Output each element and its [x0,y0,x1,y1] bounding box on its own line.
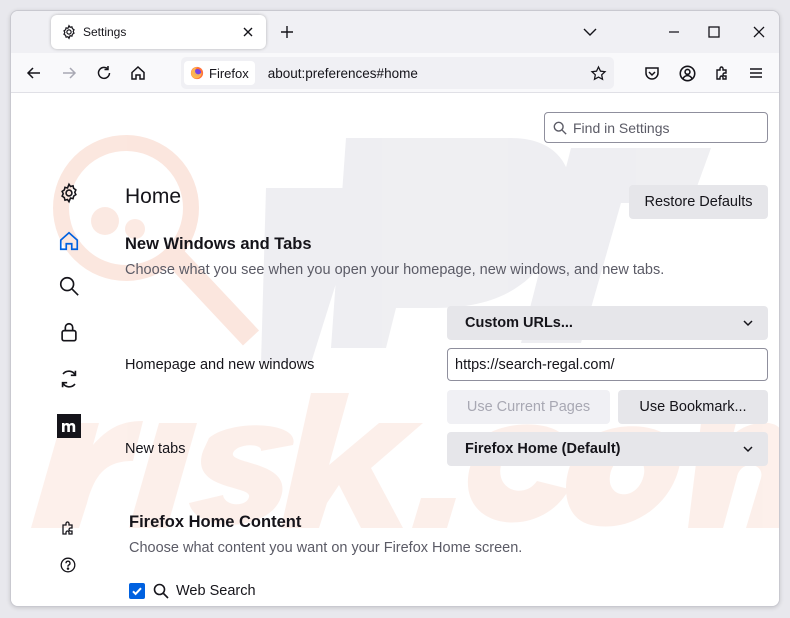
account-button[interactable] [675,61,699,85]
find-in-settings-box[interactable] [544,112,768,143]
home-content-description: Choose what content you want on your Fir… [129,540,523,556]
new-tabs-label: New tabs [125,441,186,457]
url-text[interactable]: about:preferences#home [268,66,586,81]
category-more-from-mozilla[interactable] [57,414,81,438]
puzzle-icon [716,66,727,80]
web-search-label: Web Search [176,583,256,599]
arrow-left-icon [26,67,40,79]
search-icon [59,276,79,296]
maximize-button[interactable] [704,22,724,42]
extensions-themes-link[interactable] [59,519,77,537]
help-icon [60,557,76,573]
firefox-support-link[interactable] [59,556,77,574]
category-sync[interactable] [57,367,81,391]
plus-icon [281,26,293,38]
new-tabs-select[interactable]: Firefox Home (Default) [447,432,768,466]
reload-icon [97,66,111,80]
home-content-heading: Firefox Home Content [129,513,302,531]
nav-bar: Firefox about:preferences#home [11,53,779,93]
arrow-right-icon [63,67,77,79]
new-windows-heading: New Windows and Tabs [125,235,312,253]
use-bookmark-button[interactable]: Use Bookmark... [618,390,768,424]
new-windows-description: Choose what you see when you open your h… [125,262,665,278]
checkmark-icon [132,587,142,596]
close-icon [753,26,765,38]
category-general[interactable] [57,181,81,205]
bookmark-star-button[interactable] [586,61,610,85]
chevron-down-icon [743,320,753,327]
lock-icon [61,322,77,342]
web-search-checkbox[interactable] [129,583,145,599]
browser-window: Settings Firefox about:preferences#home … [10,10,780,607]
pocket-button[interactable] [640,61,664,85]
puzzle-icon [62,521,73,535]
settings-content: Home Restore Defaults New Windows and Ta… [11,93,779,606]
pocket-icon [645,67,659,80]
chevron-down-icon [583,28,597,36]
back-button[interactable] [22,61,46,85]
search-icon [153,583,169,599]
maximize-icon [708,26,720,38]
close-window-button[interactable] [749,22,769,42]
category-privacy[interactable] [57,320,81,344]
minimize-icon [669,31,679,33]
tab-settings[interactable]: Settings [51,15,266,49]
category-home[interactable] [57,229,81,253]
reload-button[interactable] [92,61,116,85]
gear-icon [61,182,77,204]
home-icon [59,231,79,251]
home-button[interactable] [126,61,150,85]
homepage-label: Homepage and new windows [125,357,315,373]
close-icon[interactable] [240,24,256,40]
tab-title: Settings [83,25,127,39]
gear-icon [63,24,75,40]
extensions-button[interactable] [710,61,734,85]
mozilla-m-icon [57,414,81,438]
new-tabs-value: Firefox Home (Default) [465,441,621,457]
new-tab-button[interactable] [277,22,297,42]
homepage-url-input[interactable] [447,348,768,381]
url-bar[interactable]: Firefox about:preferences#home [181,57,614,89]
identity-box[interactable]: Firefox [184,61,255,85]
page-title: Home [125,185,182,208]
account-icon [678,64,696,82]
list-all-tabs-button[interactable] [580,22,600,42]
sync-icon [61,370,77,388]
star-icon [590,64,606,81]
forward-button[interactable] [57,61,81,85]
search-icon [553,121,567,135]
category-search[interactable] [57,274,81,298]
find-in-settings-input[interactable] [573,119,753,136]
app-menu-button[interactable] [744,61,768,85]
home-icon [131,65,145,80]
chevron-down-icon [743,446,753,453]
minimize-button[interactable] [664,22,684,42]
restore-defaults-button[interactable]: Restore Defaults [629,185,768,219]
identity-label: Firefox [209,65,249,81]
homepage-mode-value: Custom URLs... [465,315,573,331]
tab-strip: Settings [11,11,779,53]
use-current-pages-button[interactable]: Use Current Pages [447,390,610,424]
firefox-logo-icon [190,66,204,80]
hamburger-menu-icon [750,68,762,78]
homepage-mode-select[interactable]: Custom URLs... [447,306,768,340]
